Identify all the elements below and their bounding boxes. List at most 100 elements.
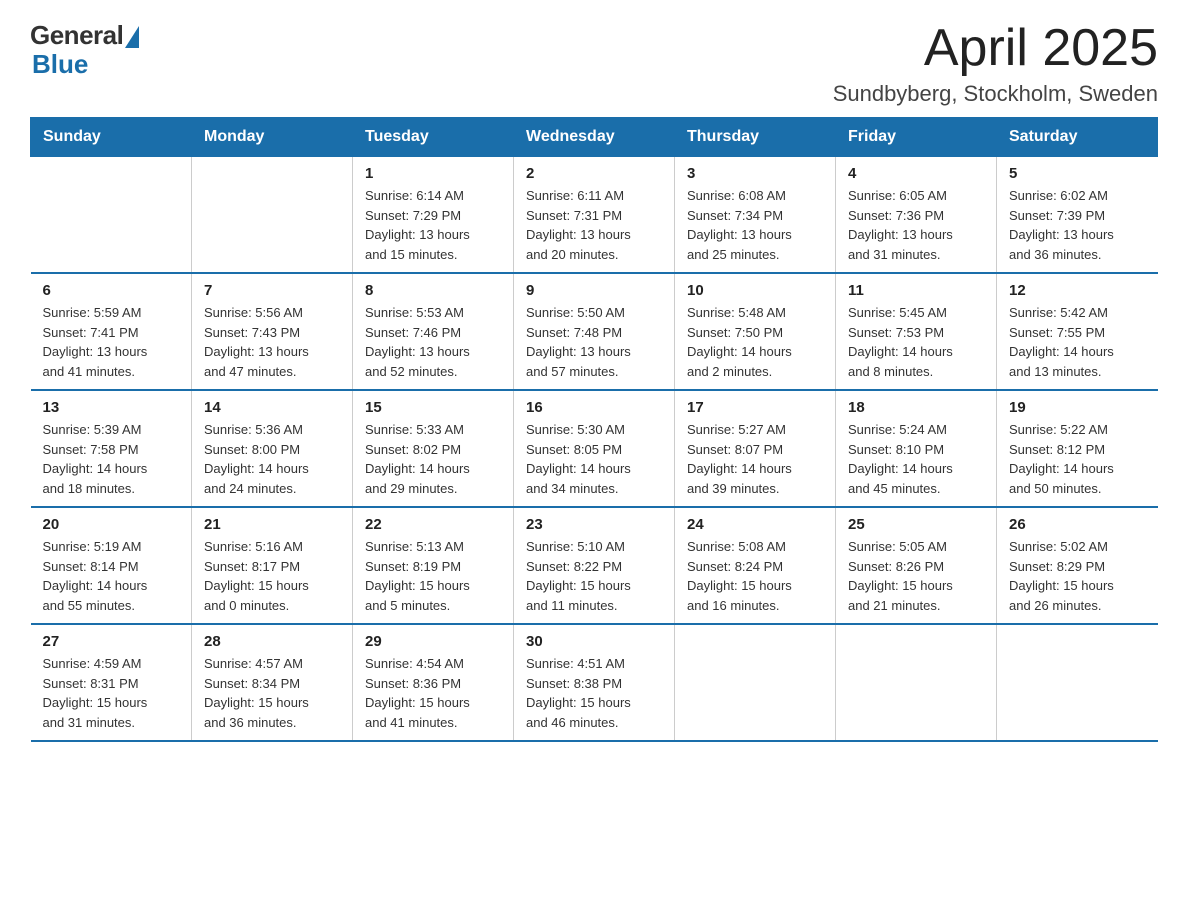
calendar-cell — [675, 624, 836, 741]
calendar-cell: 23 Sunrise: 5:10 AM Sunset: 8:22 PM Dayli… — [514, 507, 675, 624]
day-info: Sunrise: 5:16 AM Sunset: 8:17 PM Dayligh… — [204, 537, 340, 615]
title-area: April 2025 Sundbyberg, Stockholm, Sweden — [833, 20, 1158, 107]
week-row-2: 6 Sunrise: 5:59 AM Sunset: 7:41 PM Daylig… — [31, 273, 1158, 390]
day-info: Sunrise: 4:54 AM Sunset: 8:36 PM Dayligh… — [365, 654, 501, 732]
day-number: 23 — [526, 516, 662, 533]
day-info: Sunrise: 5:24 AM Sunset: 8:10 PM Dayligh… — [848, 420, 984, 498]
day-number: 26 — [1009, 516, 1146, 533]
location-subtitle: Sundbyberg, Stockholm, Sweden — [833, 81, 1158, 107]
calendar-cell: 21 Sunrise: 5:16 AM Sunset: 8:17 PM Dayli… — [192, 507, 353, 624]
day-info: Sunrise: 5:13 AM Sunset: 8:19 PM Dayligh… — [365, 537, 501, 615]
calendar-cell: 3 Sunrise: 6:08 AM Sunset: 7:34 PM Daylig… — [675, 157, 836, 274]
calendar-cell: 27Sunrise: 4:59 AM Sunset: 8:31 PM Dayli… — [31, 624, 192, 741]
day-number: 27 — [43, 633, 180, 650]
calendar-cell: 11 Sunrise: 5:45 AM Sunset: 7:53 PM Dayli… — [836, 273, 997, 390]
week-row-1: 1 Sunrise: 6:14 AM Sunset: 7:29 PM Daylig… — [31, 157, 1158, 274]
logo-general-text: General — [30, 20, 123, 51]
day-number: 11 — [848, 282, 984, 299]
logo-triangle-icon — [125, 26, 139, 48]
day-info: Sunrise: 5:56 AM Sunset: 7:43 PM Dayligh… — [204, 303, 340, 381]
calendar-cell: 29Sunrise: 4:54 AM Sunset: 8:36 PM Dayli… — [353, 624, 514, 741]
calendar-cell: 13 Sunrise: 5:39 AM Sunset: 7:58 PM Dayli… — [31, 390, 192, 507]
page-header: General Blue April 2025 Sundbyberg, Stoc… — [30, 20, 1158, 107]
calendar-cell: 4Sunrise: 6:05 AM Sunset: 7:36 PM Daylig… — [836, 157, 997, 274]
header-saturday: Saturday — [997, 118, 1158, 157]
calendar-cell: 20 Sunrise: 5:19 AM Sunset: 8:14 PM Dayli… — [31, 507, 192, 624]
day-number: 20 — [43, 516, 180, 533]
day-info: Sunrise: 6:05 AM Sunset: 7:36 PM Dayligh… — [848, 186, 984, 264]
day-info: Sunrise: 5:39 AM Sunset: 7:58 PM Dayligh… — [43, 420, 180, 498]
calendar-cell: 14Sunrise: 5:36 AM Sunset: 8:00 PM Dayli… — [192, 390, 353, 507]
day-number: 3 — [687, 165, 823, 182]
day-info: Sunrise: 6:08 AM Sunset: 7:34 PM Dayligh… — [687, 186, 823, 264]
day-info: Sunrise: 6:11 AM Sunset: 7:31 PM Dayligh… — [526, 186, 662, 264]
logo: General Blue — [30, 20, 139, 80]
calendar-cell — [997, 624, 1158, 741]
header-tuesday: Tuesday — [353, 118, 514, 157]
day-info: Sunrise: 5:10 AM Sunset: 8:22 PM Dayligh… — [526, 537, 662, 615]
calendar-cell: 28Sunrise: 4:57 AM Sunset: 8:34 PM Dayli… — [192, 624, 353, 741]
day-number: 6 — [43, 282, 180, 299]
header-thursday: Thursday — [675, 118, 836, 157]
day-number: 5 — [1009, 165, 1146, 182]
day-number: 18 — [848, 399, 984, 416]
day-info: Sunrise: 5:48 AM Sunset: 7:50 PM Dayligh… — [687, 303, 823, 381]
calendar-cell: 26 Sunrise: 5:02 AM Sunset: 8:29 PM Dayli… — [997, 507, 1158, 624]
calendar-cell: 6 Sunrise: 5:59 AM Sunset: 7:41 PM Daylig… — [31, 273, 192, 390]
day-number: 24 — [687, 516, 823, 533]
day-number: 21 — [204, 516, 340, 533]
calendar-cell: 16Sunrise: 5:30 AM Sunset: 8:05 PM Dayli… — [514, 390, 675, 507]
calendar-cell: 12Sunrise: 5:42 AM Sunset: 7:55 PM Dayli… — [997, 273, 1158, 390]
week-row-5: 27Sunrise: 4:59 AM Sunset: 8:31 PM Dayli… — [31, 624, 1158, 741]
calendar-cell: 24 Sunrise: 5:08 AM Sunset: 8:24 PM Dayli… — [675, 507, 836, 624]
week-row-3: 13 Sunrise: 5:39 AM Sunset: 7:58 PM Dayli… — [31, 390, 1158, 507]
day-info: Sunrise: 5:50 AM Sunset: 7:48 PM Dayligh… — [526, 303, 662, 381]
calendar-cell: 8Sunrise: 5:53 AM Sunset: 7:46 PM Daylig… — [353, 273, 514, 390]
day-info: Sunrise: 5:45 AM Sunset: 7:53 PM Dayligh… — [848, 303, 984, 381]
calendar-cell: 18 Sunrise: 5:24 AM Sunset: 8:10 PM Dayli… — [836, 390, 997, 507]
logo-blue-text: Blue — [32, 49, 88, 80]
calendar-header: SundayMondayTuesdayWednesdayThursdayFrid… — [31, 118, 1158, 157]
calendar-cell: 15Sunrise: 5:33 AM Sunset: 8:02 PM Dayli… — [353, 390, 514, 507]
day-info: Sunrise: 6:14 AM Sunset: 7:29 PM Dayligh… — [365, 186, 501, 264]
week-row-4: 20 Sunrise: 5:19 AM Sunset: 8:14 PM Dayli… — [31, 507, 1158, 624]
day-info: Sunrise: 6:02 AM Sunset: 7:39 PM Dayligh… — [1009, 186, 1146, 264]
day-number: 2 — [526, 165, 662, 182]
day-number: 17 — [687, 399, 823, 416]
day-info: Sunrise: 5:08 AM Sunset: 8:24 PM Dayligh… — [687, 537, 823, 615]
calendar-table: SundayMondayTuesdayWednesdayThursdayFrid… — [30, 117, 1158, 742]
calendar-cell: 10 Sunrise: 5:48 AM Sunset: 7:50 PM Dayli… — [675, 273, 836, 390]
day-number: 1 — [365, 165, 501, 182]
day-number: 16 — [526, 399, 662, 416]
day-number: 30 — [526, 633, 662, 650]
calendar-cell — [192, 157, 353, 274]
day-number: 28 — [204, 633, 340, 650]
day-number: 13 — [43, 399, 180, 416]
day-info: Sunrise: 5:42 AM Sunset: 7:55 PM Dayligh… — [1009, 303, 1146, 381]
calendar-cell — [31, 157, 192, 274]
day-info: Sunrise: 5:02 AM Sunset: 8:29 PM Dayligh… — [1009, 537, 1146, 615]
day-info: Sunrise: 5:19 AM Sunset: 8:14 PM Dayligh… — [43, 537, 180, 615]
calendar-cell: 25Sunrise: 5:05 AM Sunset: 8:26 PM Dayli… — [836, 507, 997, 624]
day-info: Sunrise: 5:59 AM Sunset: 7:41 PM Dayligh… — [43, 303, 180, 381]
calendar-cell: 7 Sunrise: 5:56 AM Sunset: 7:43 PM Daylig… — [192, 273, 353, 390]
day-number: 19 — [1009, 399, 1146, 416]
calendar-cell: 9Sunrise: 5:50 AM Sunset: 7:48 PM Daylig… — [514, 273, 675, 390]
header-row: SundayMondayTuesdayWednesdayThursdayFrid… — [31, 118, 1158, 157]
day-info: Sunrise: 4:51 AM Sunset: 8:38 PM Dayligh… — [526, 654, 662, 732]
calendar-cell: 19Sunrise: 5:22 AM Sunset: 8:12 PM Dayli… — [997, 390, 1158, 507]
day-number: 15 — [365, 399, 501, 416]
header-monday: Monday — [192, 118, 353, 157]
header-sunday: Sunday — [31, 118, 192, 157]
calendar-cell — [836, 624, 997, 741]
calendar-cell: 2 Sunrise: 6:11 AM Sunset: 7:31 PM Daylig… — [514, 157, 675, 274]
day-number: 22 — [365, 516, 501, 533]
day-number: 8 — [365, 282, 501, 299]
calendar-cell: 17Sunrise: 5:27 AM Sunset: 8:07 PM Dayli… — [675, 390, 836, 507]
day-number: 10 — [687, 282, 823, 299]
day-number: 7 — [204, 282, 340, 299]
calendar-cell: 5 Sunrise: 6:02 AM Sunset: 7:39 PM Daylig… — [997, 157, 1158, 274]
header-friday: Friday — [836, 118, 997, 157]
header-wednesday: Wednesday — [514, 118, 675, 157]
month-title: April 2025 — [833, 20, 1158, 77]
